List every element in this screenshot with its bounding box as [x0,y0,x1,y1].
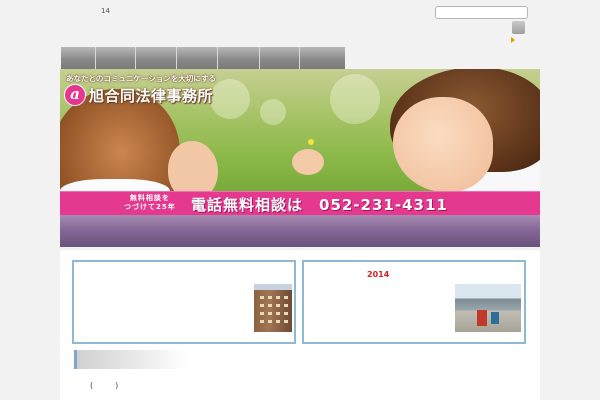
nav-item-5[interactable] [218,47,260,69]
decorative-band [60,215,540,247]
nav-item-2[interactable] [96,47,136,69]
station-photo [455,284,521,332]
arrow-right-icon [511,37,515,43]
nav-item-1[interactable] [61,47,96,69]
search-button[interactable] [512,21,525,34]
search-input[interactable] [435,6,528,19]
info-card-left[interactable] [72,260,296,344]
nav-item-6[interactable] [260,47,300,69]
content-text: ( ) [90,381,121,390]
nav-item-7[interactable] [300,47,345,69]
main-content: 2014 ( ) [60,250,540,400]
flower-icon [308,139,314,145]
main-nav [61,47,345,69]
phone-number[interactable]: 電話無料相談は 052-231-4311 [191,194,448,215]
section-heading [74,350,187,369]
header-number: 14 [101,7,110,15]
phone-consultation-bar: 無料相談を つづけて25年 電話無料相談は 052-231-4311 [60,191,540,216]
card-year: 2014 [367,270,390,279]
nav-item-3[interactable] [136,47,177,69]
consultation-note: 無料相談を つづけて25年 [124,194,176,211]
nav-item-4[interactable] [177,47,218,69]
office-building-photo [254,284,292,332]
logo-icon[interactable]: a [64,84,86,106]
info-card-right[interactable]: 2014 [302,260,526,344]
logo-tagline: あなたとのコミュニケーションを大切にする [66,74,216,83]
hero-banner: あなたとのコミュニケーションを大切にする a 旭合同法律事務所 [60,69,540,191]
firm-name[interactable]: 旭合同法律事務所 [89,85,213,106]
